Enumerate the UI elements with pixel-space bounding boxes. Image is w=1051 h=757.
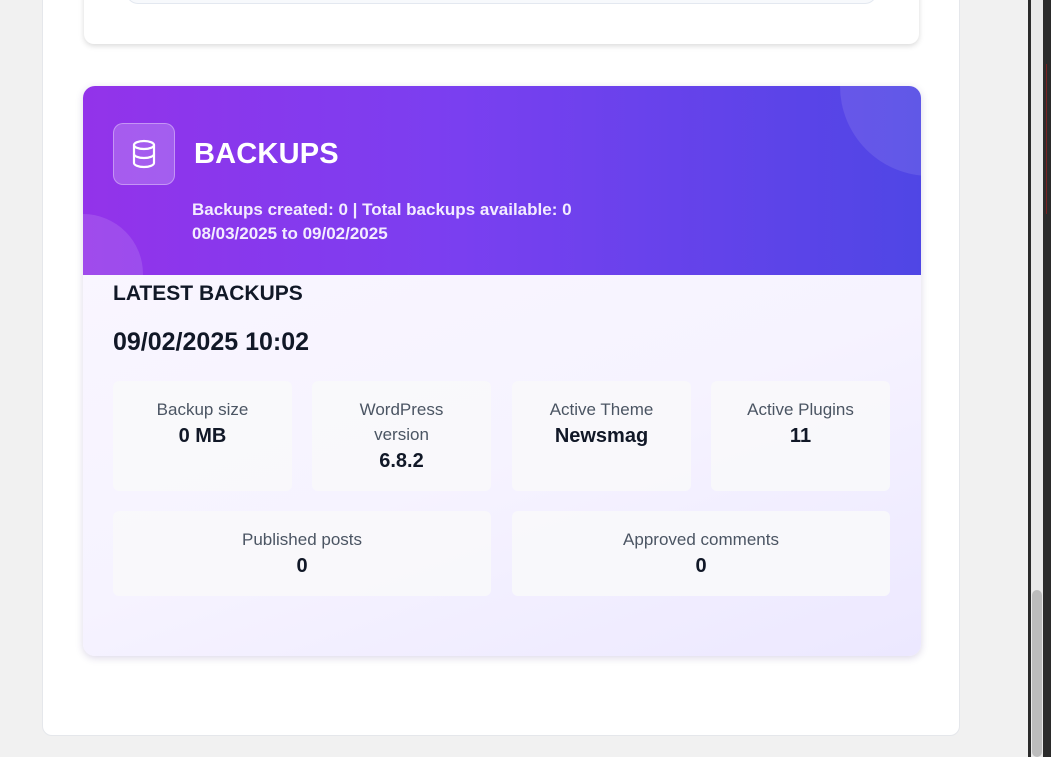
scrollbar-thumb[interactable] xyxy=(1032,590,1042,757)
stat-label: Published posts xyxy=(241,530,363,549)
stat-value: 6.8.2 xyxy=(379,450,424,472)
latest-backup-datetime: 09/02/2025 10:02 xyxy=(113,328,310,356)
previous-card-inner-box xyxy=(126,0,877,4)
stat-label: WordPress version xyxy=(359,400,444,444)
previous-card xyxy=(84,0,919,44)
stat-value: 0 MB xyxy=(178,425,227,447)
stat-approved-comments: Approved comments 0 xyxy=(512,511,890,596)
stat-label: Active Plugins xyxy=(747,400,854,419)
decorative-circle xyxy=(840,86,921,176)
stat-active-theme: Active Theme Newsmag xyxy=(512,381,691,491)
decorative-circle xyxy=(83,214,143,275)
backups-title: BACKUPS xyxy=(194,138,339,170)
database-icon xyxy=(113,123,175,185)
stat-label: Approved comments xyxy=(623,530,779,549)
stat-value: 0 xyxy=(296,555,308,577)
stat-label: Active Theme xyxy=(549,400,654,419)
stat-wordpress-version: WordPress version 6.8.2 xyxy=(312,381,491,491)
stat-active-plugins: Active Plugins 11 xyxy=(711,381,890,491)
backups-count-line: Backups created: 0 | Total backups avail… xyxy=(192,200,572,219)
backups-header: BACKUPS Backups created: 0 | Total backu… xyxy=(83,86,921,275)
backups-summary: Backups created: 0 | Total backups avail… xyxy=(192,198,572,246)
stat-value: 0 xyxy=(695,555,707,577)
stat-backup-size: Backup size 0 MB xyxy=(113,381,292,491)
stat-label: Backup size xyxy=(156,400,249,419)
latest-backups-heading: LATEST BACKUPS xyxy=(113,282,303,305)
stat-published-posts: Published posts 0 xyxy=(113,511,491,596)
stat-value: Newsmag xyxy=(554,425,649,447)
stat-value: 11 xyxy=(789,425,812,447)
adjacent-window-edge xyxy=(1046,64,1051,214)
backups-date-range: 08/03/2025 to 09/02/2025 xyxy=(192,224,388,243)
backups-card: BACKUPS Backups created: 0 | Total backu… xyxy=(83,86,921,656)
